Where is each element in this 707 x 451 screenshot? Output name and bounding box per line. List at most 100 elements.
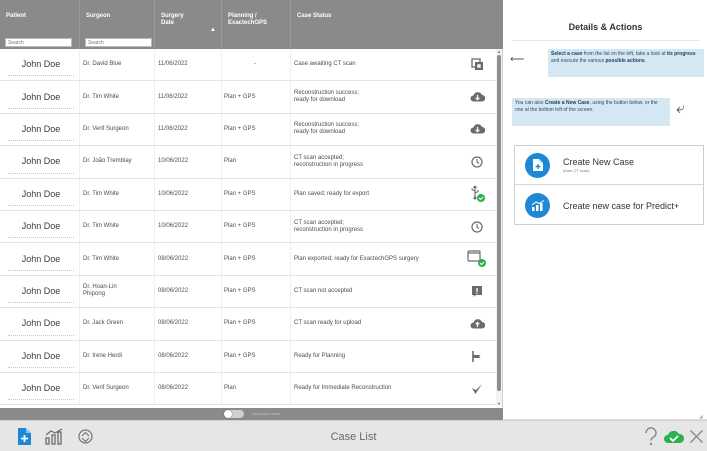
- case-status-cell: Reconstruction success; ready for downlo…: [294, 122, 360, 136]
- create-case-hint: You can also Create a New Case, using th…: [512, 98, 670, 126]
- cell-divider: [290, 340, 291, 372]
- table-row[interactable]: John Doe Dr. Tim White 10/06/2022 Plan + GP…: [0, 211, 496, 244]
- table-row[interactable]: John Doe Dr. Tim White 08/06/2022 Plan + GP…: [0, 243, 496, 276]
- table-row[interactable]: John Doe Dr. Irene Herdi 08/06/2022 Plan + …: [0, 340, 496, 373]
- screen-title: Case List: [330, 431, 377, 443]
- bottom-toolbar: Case List: [0, 420, 707, 451]
- surgeon-search-input[interactable]: [85, 38, 152, 47]
- table-row[interactable]: John Doe Dr. David Blue 11/06/2022- Case aw…: [0, 49, 496, 82]
- surgery-date-cell: 08/06/2022: [158, 287, 189, 294]
- help-icon[interactable]: [643, 427, 659, 446]
- column-planning[interactable]: Planning / ExactechGPS: [222, 0, 290, 49]
- case-status-cell: Plan exported; ready for ExactechGPS sur…: [294, 255, 419, 262]
- cell-divider: [290, 243, 291, 275]
- create-predict-case-label: Create new case for Predict+: [563, 200, 680, 211]
- sort-ascending-icon[interactable]: ▲: [210, 27, 216, 33]
- table-row[interactable]: John Doe Dr. Hoan-Lin Phipong 08/06/2022 Pl…: [0, 275, 496, 309]
- case-status-cell: CT scan ready for upload: [294, 320, 362, 327]
- patient-search-input[interactable]: [5, 38, 72, 47]
- scroll-down-icon[interactable]: ▼: [496, 401, 502, 406]
- column-case-status[interactable]: Case Status: [291, 0, 496, 49]
- hint-bold-actions: possible actions: [605, 57, 645, 64]
- table-row[interactable]: John Doe Dr. João Tremblay 10/06/2022 Plan C…: [0, 146, 496, 179]
- cell-divider: [154, 308, 155, 340]
- column-surgery-date[interactable]: Surgery Date ▲: [155, 0, 221, 49]
- close-icon[interactable]: [688, 427, 704, 446]
- checkmark-icon[interactable]: [462, 373, 492, 404]
- cell-divider: [79, 146, 80, 178]
- scroll-up-icon[interactable]: ▲: [496, 49, 502, 54]
- clock-icon[interactable]: [462, 146, 492, 177]
- table-row[interactable]: John Doe Dr. Verif Surgeon 08/06/2022 Plan R…: [0, 373, 496, 406]
- hint-text: You can also: [515, 100, 545, 106]
- column-patient-label: Patient: [6, 13, 27, 19]
- surgery-date-cell: 08/06/2022: [158, 352, 189, 359]
- cloud-download-icon[interactable]: [462, 114, 492, 145]
- create-new-case-sublabel: (from CT scan): [563, 168, 590, 173]
- table-scrollbar[interactable]: ▲ ▼: [496, 49, 502, 406]
- cell-divider: [221, 308, 222, 340]
- cell-divider: [154, 81, 155, 113]
- cell-divider: [154, 275, 155, 308]
- cell-divider: [221, 373, 222, 405]
- copy-icon[interactable]: [462, 49, 492, 80]
- monitor-check-icon[interactable]: [462, 243, 492, 274]
- table-row[interactable]: John Doe Dr. Verif Surgeon 11/06/2022 Plan …: [0, 113, 496, 147]
- surgeon-cell: Dr. Tim White: [83, 223, 120, 230]
- table-row[interactable]: John Doe Dr. Tim White 10/06/2022 Plan + GP…: [0, 178, 496, 211]
- planning-cell: Plan + GPS: [224, 93, 256, 100]
- table-row[interactable]: John Doe Dr. Jack Green 08/06/2022 Plan + G…: [0, 308, 496, 341]
- divider: [512, 40, 700, 41]
- toggle-knob[interactable]: [224, 410, 232, 418]
- clock-icon[interactable]: [462, 211, 492, 242]
- usb-check-icon[interactable]: [462, 179, 492, 210]
- patient-underline: [8, 172, 74, 174]
- cell-divider: [221, 113, 222, 146]
- surgery-date-cell: 10/06/2022: [158, 223, 189, 230]
- patient-underline: [8, 302, 74, 304]
- hint-bold-progress: its progress: [666, 51, 696, 57]
- patient-underline: [8, 237, 74, 239]
- alert-message-icon[interactable]: [462, 276, 492, 307]
- table-row[interactable]: John Doe Dr. Tim White 11/06/2022 Plan + GP…: [0, 81, 496, 114]
- cell-divider: [79, 113, 80, 146]
- create-predict-case-button[interactable]: Create new case for Predict+: [515, 186, 703, 225]
- create-new-case-button[interactable]: Create New Case (from CT scan): [515, 146, 703, 185]
- surgeon-cell: Dr. Tim White: [83, 190, 120, 197]
- cell-divider: [154, 178, 155, 210]
- actions-box: Create New Case (from CT scan) Create ne…: [514, 145, 704, 225]
- planning-cell: Plan + GPS: [224, 287, 256, 294]
- planning-cell: -: [254, 61, 256, 68]
- cell-divider: [154, 373, 155, 405]
- surgery-date-cell: 10/06/2022: [158, 158, 189, 165]
- cloud-synced-icon[interactable]: [663, 427, 685, 446]
- cell-divider: [290, 373, 291, 405]
- flag-icon[interactable]: [462, 341, 492, 372]
- scrollbar-thumb[interactable]: [497, 55, 501, 391]
- cell-divider: [154, 146, 155, 178]
- view-past-cases-toggle[interactable]: [224, 410, 244, 418]
- column-patient[interactable]: Patient: [0, 0, 79, 49]
- surgeon-cell: Dr. Tim White: [83, 255, 120, 262]
- cell-divider: [290, 275, 291, 308]
- case-status-cell: CT scan accepted; reconstruction in prog…: [294, 219, 364, 233]
- patient-underline: [8, 204, 74, 206]
- cell-divider: [290, 81, 291, 113]
- cell-divider: [290, 113, 291, 146]
- cell-divider: [154, 113, 155, 146]
- planning-cell: Plan: [224, 385, 237, 392]
- column-planning-label: Planning / ExactechGPS: [228, 13, 268, 26]
- patient-underline: [8, 269, 74, 271]
- surgeon-cell: Dr. Verif Surgeon: [83, 125, 129, 132]
- column-surgeon[interactable]: Surgeon: [80, 0, 154, 49]
- surgery-date-cell: 08/06/2022: [158, 320, 189, 327]
- view-past-cases-label: view past cases: [252, 411, 281, 416]
- case-status-cell: CT scan accepted; reconstruction in prog…: [294, 154, 364, 168]
- cell-divider: [79, 275, 80, 308]
- cell-divider: [290, 211, 291, 243]
- surgeon-cell: Dr. João Tremblay: [83, 158, 132, 165]
- surgeon-cell: Dr. Verif Surgeon: [83, 385, 129, 392]
- cloud-upload-icon[interactable]: [462, 308, 492, 339]
- case-status-cell: CT scan not accepted: [294, 287, 353, 294]
- cloud-download-icon[interactable]: [462, 81, 492, 112]
